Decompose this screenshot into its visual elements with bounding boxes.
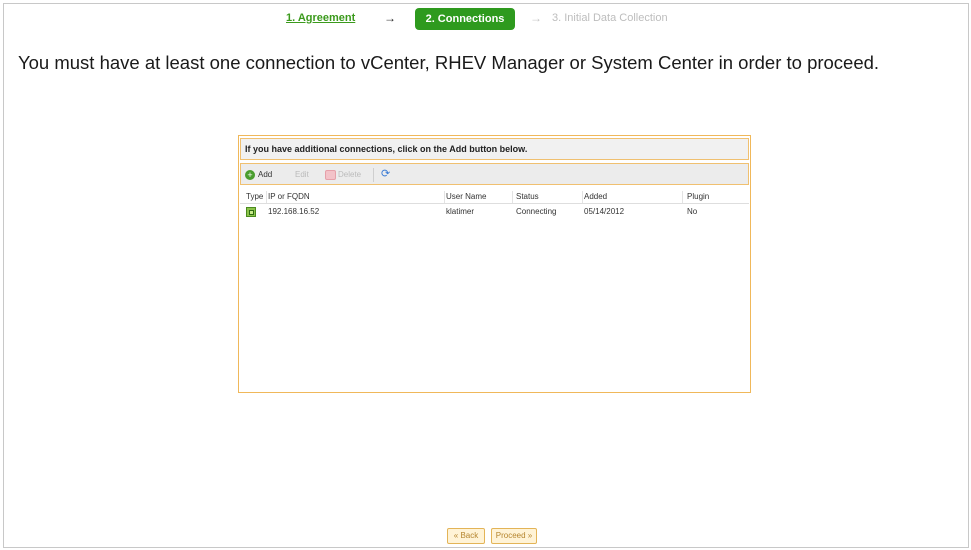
- connections-table: Type IP or FQDN User Name Status Added P…: [240, 189, 749, 220]
- column-header-plugin[interactable]: Plugin: [687, 191, 727, 203]
- wizard-steps: 1. Agreement → 2. Connections → 3. Initi…: [0, 8, 971, 32]
- add-button[interactable]: + Add: [245, 167, 272, 183]
- connection-type-cell: [246, 206, 266, 218]
- step-agreement-link[interactable]: 1. Agreement: [286, 12, 355, 24]
- vcenter-connection-icon: [246, 207, 256, 217]
- page-headline: You must have at least one connection to…: [18, 52, 880, 73]
- plugin-cell: No: [687, 207, 698, 216]
- edit-button[interactable]: Edit: [295, 167, 309, 183]
- step-connections-current: 2. Connections: [415, 8, 515, 30]
- connections-toolbar: + Add Edit Delete ⟳: [240, 163, 749, 185]
- status-cell: Connecting: [516, 207, 557, 216]
- ip-cell: 192.168.16.52: [268, 207, 320, 216]
- delete-button[interactable]: Delete: [325, 167, 361, 183]
- refresh-icon: ⟳: [381, 168, 391, 180]
- delete-icon: [325, 169, 336, 180]
- step-arrow: →: [530, 11, 542, 25]
- refresh-button[interactable]: ⟳: [381, 167, 393, 183]
- column-header-added[interactable]: Added: [584, 191, 683, 203]
- added-cell: 05/14/2012: [584, 207, 625, 216]
- table-row[interactable]: 192.168.16.52 klatimer Connecting 05/14/…: [240, 204, 749, 220]
- edit-label: Edit: [295, 170, 309, 179]
- column-header-status[interactable]: Status: [516, 191, 583, 203]
- toolbar-divider: [373, 168, 374, 182]
- back-button[interactable]: « Back: [447, 528, 485, 544]
- column-header-user[interactable]: User Name: [446, 191, 513, 203]
- table-header: Type IP or FQDN User Name Status Added P…: [240, 189, 749, 204]
- column-header-type[interactable]: Type: [246, 191, 267, 203]
- plus-icon: +: [245, 169, 255, 180]
- delete-label: Delete: [338, 170, 362, 179]
- user-cell: klatimer: [446, 207, 475, 216]
- connections-panel: If you have additional connections, clic…: [238, 135, 751, 393]
- proceed-button[interactable]: Proceed »: [491, 528, 537, 544]
- add-label: Add: [258, 170, 273, 179]
- panel-instructions: If you have additional connections, clic…: [240, 138, 749, 160]
- step-arrow: →: [384, 11, 396, 25]
- step-initial-data-collection: 3. Initial Data Collection: [552, 12, 668, 24]
- column-header-ip[interactable]: IP or FQDN: [268, 191, 445, 203]
